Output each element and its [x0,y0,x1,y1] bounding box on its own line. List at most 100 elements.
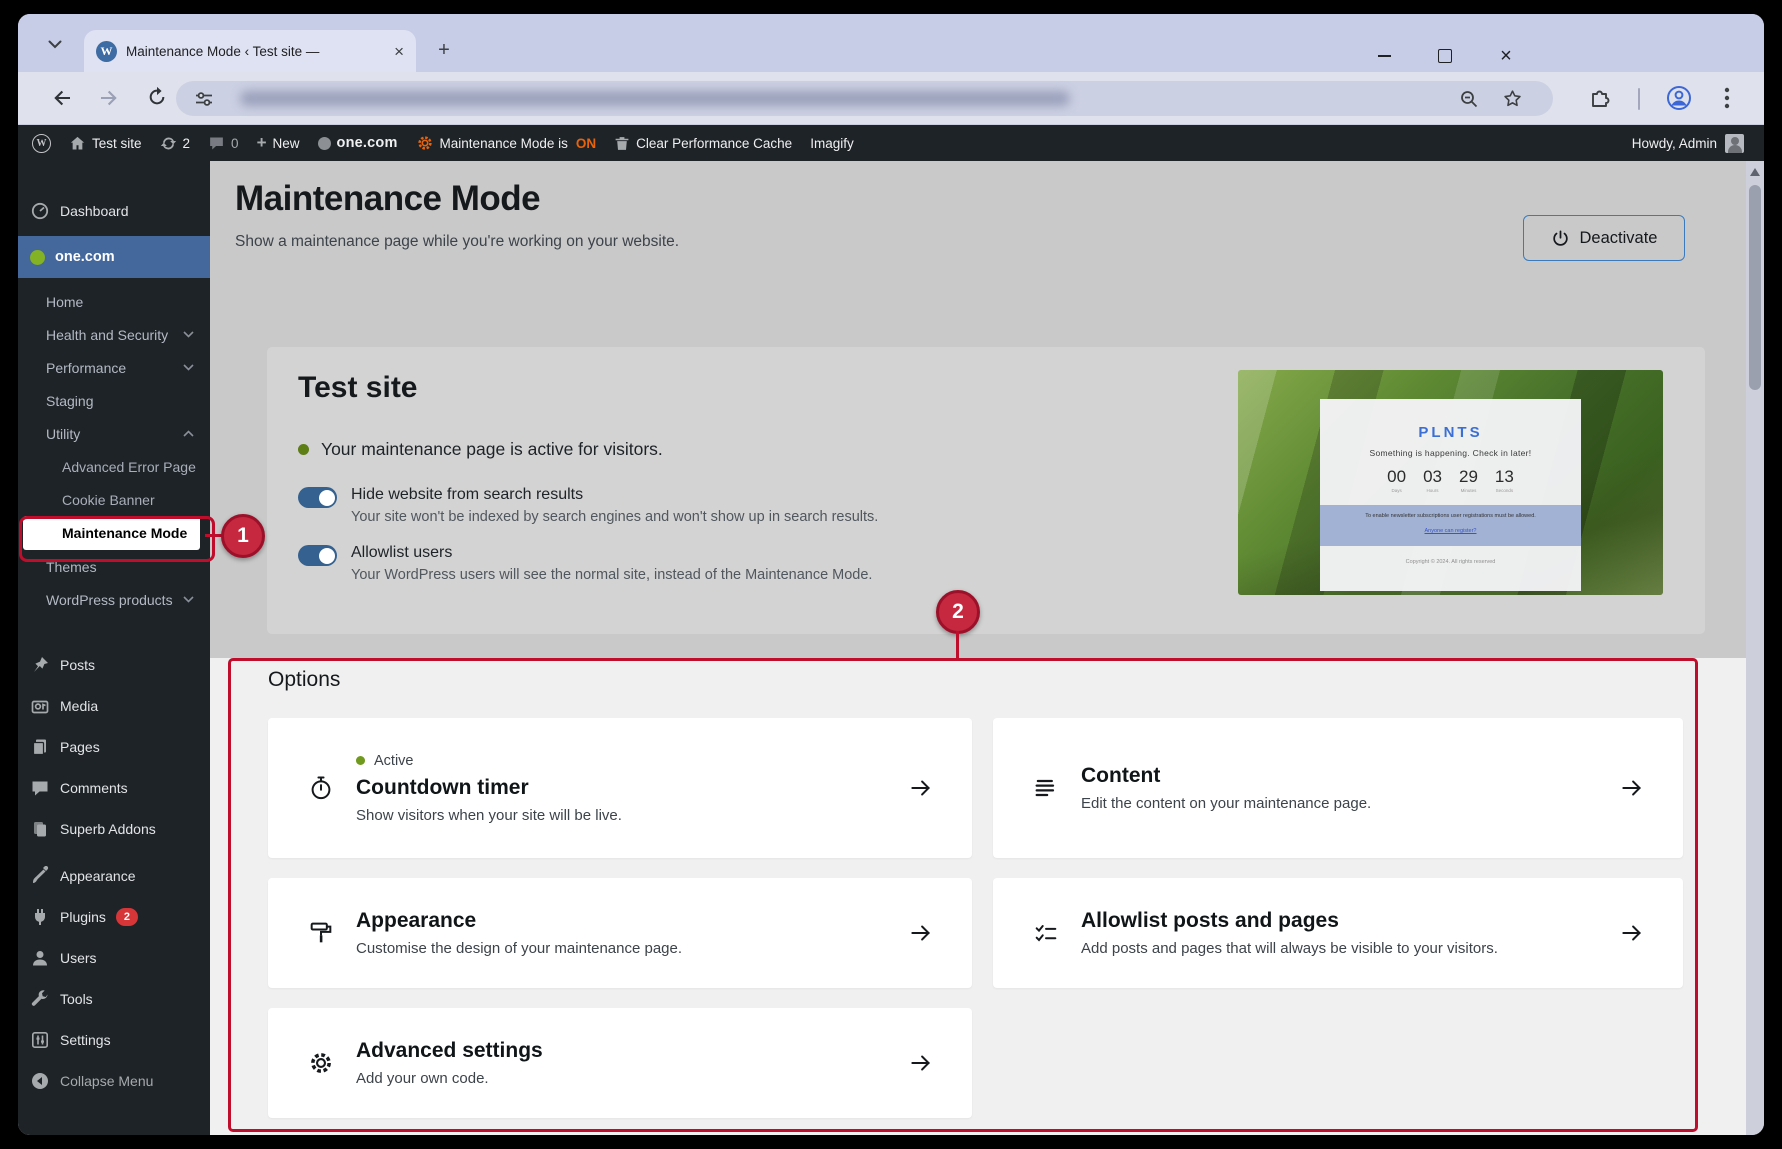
plugins-update-badge: 2 [116,908,138,926]
window-minimize-button[interactable] [1370,42,1398,70]
maintenance-active-status: Your maintenance page is active for visi… [298,439,663,460]
sidebar-item-appearance[interactable]: Appearance [18,859,210,893]
plug-icon [30,907,50,927]
sidebar-item-tools[interactable]: Tools [18,982,210,1016]
sidebar-item-label: Users [60,950,97,966]
chevron-down-icon [183,364,194,371]
maintenance-page-preview: PLNTS Something is happening. Check in l… [1238,370,1663,595]
browser-tab[interactable]: W Maintenance Mode ‹ Test site — × [84,30,416,72]
sidebar-item-cookie-banner[interactable]: Cookie Banner [18,483,210,516]
user-avatar [1725,134,1744,153]
home-icon [69,135,86,152]
sidebar-item-advanced-error-page[interactable]: Advanced Error Page [18,450,210,483]
scrollbar-thumb[interactable] [1749,185,1761,390]
toggle-description: Your site won't be indexed by search eng… [351,509,878,525]
maintenance-status-label: Maintenance Mode is [440,136,568,151]
sidebar-item-home[interactable]: Home [18,285,210,318]
reload-icon[interactable] [146,86,168,108]
page-scrollbar[interactable] [1746,161,1764,1135]
site-card-title: Test site [298,371,418,405]
sidebar-item-label: Health and Security [46,327,168,343]
admin-bar-updates[interactable]: 2 [160,135,191,152]
sidebar-item-label: Appearance [60,868,136,884]
preview-copyright: Copyright © 2024. All rights reserved [1406,559,1496,565]
sidebar-item-label: Advanced Error Page [62,459,196,475]
pin-icon [30,655,50,675]
sidebar-item-comments[interactable]: Comments [18,771,210,805]
wrench-icon [30,989,50,1009]
address-bar[interactable] [176,81,1553,116]
maintenance-status-value: ON [576,136,596,151]
sidebar-item-media[interactable]: Media [18,689,210,723]
admin-bar-account[interactable]: Howdy, Admin [1632,134,1744,153]
user-icon [30,948,50,968]
wordpress-logo-icon: W [32,134,51,153]
maximize-icon [1438,49,1452,63]
sidebar-item-health-and-security[interactable]: Health and Security [18,318,210,351]
tab-strip: W Maintenance Mode ‹ Test site — × + × [18,14,1764,72]
sidebar-item-pages[interactable]: Pages [18,730,210,764]
chevron-down-icon [183,596,194,603]
profile-avatar-icon[interactable] [1666,85,1692,111]
sidebar-item-posts[interactable]: Posts [18,648,210,682]
sidebar-item-collapse-menu[interactable]: Collapse Menu [18,1064,210,1098]
admin-bar-new[interactable]: + New [257,133,300,153]
countdown-unit: Seconds [1495,488,1514,493]
addon-box-icon [30,819,50,839]
zoom-out-icon[interactable] [1459,89,1479,109]
sidebar-item-plugins[interactable]: Plugins 2 [18,900,210,934]
admin-bar-clear-cache[interactable]: Clear Performance Cache [614,135,792,152]
deactivate-button[interactable]: Deactivate [1523,215,1685,261]
sidebar-item-wordpress-products[interactable]: WordPress products [18,583,210,616]
extensions-puzzle-icon[interactable] [1588,85,1612,109]
sidebar-item-label: Tools [60,991,93,1007]
sidebar-item-onecom[interactable]: one.com [18,236,210,278]
pages-icon [30,737,50,757]
dashboard-icon [30,201,50,221]
toggle-row-allowlist-users: Allowlist users Your WordPress users wil… [298,544,872,583]
toggle-description: Your WordPress users will see the normal… [351,567,872,583]
admin-bar-comments[interactable]: 0 [208,135,239,152]
countdown-value: 13 [1495,467,1514,487]
sidebar-item-dashboard[interactable]: Dashboard [18,194,210,228]
allowlist-users-toggle[interactable] [298,545,337,566]
tab-search-button[interactable] [40,29,70,59]
chevron-up-icon [183,430,194,437]
admin-bar-onecom[interactable]: one.com [318,135,398,151]
sidebar-item-label: Performance [46,360,126,376]
bookmark-star-icon[interactable] [1502,88,1523,109]
site-settings-icon[interactable] [194,89,214,109]
preview-notice: To enable newsletter subscriptions user … [1320,513,1581,519]
back-icon[interactable] [50,86,74,110]
forward-icon[interactable] [97,86,121,110]
sidebar-item-label: Cookie Banner [62,492,155,508]
tab-close-icon[interactable]: × [394,43,404,60]
window-maximize-button[interactable] [1431,42,1459,70]
sidebar-item-label: Dashboard [60,203,129,219]
screenshot-root: W Maintenance Mode ‹ Test site — × + × [0,0,1782,1149]
admin-bar-imagify[interactable]: Imagify [810,136,854,151]
sidebar-item-superb-addons[interactable]: Superb Addons [18,812,210,846]
annotation-step-1: 1 [221,514,265,558]
sidebar-item-users[interactable]: Users [18,941,210,975]
sidebar-item-utility[interactable]: Utility [18,417,210,450]
countdown-value: 29 [1459,467,1478,487]
scrollbar-up-arrow[interactable] [1750,168,1760,176]
admin-bar-site-name[interactable]: Test site [69,135,142,152]
admin-bar-maintenance-status[interactable]: Maintenance Mode is ON [416,134,597,152]
url-redacted-blur [240,91,1070,106]
sidebar-item-label: Settings [60,1032,111,1048]
window-close-button[interactable]: × [1492,42,1520,70]
sidebar-item-settings[interactable]: Settings [18,1023,210,1057]
sidebar-item-label: Posts [60,657,95,673]
sidebar-item-label: Plugins [60,909,106,925]
menu-dots-icon[interactable] [1724,87,1730,109]
new-tab-button[interactable]: + [430,36,458,64]
sidebar-item-performance[interactable]: Performance [18,351,210,384]
wp-logo-menu[interactable]: W [32,134,51,153]
annotation-box-maintenance-mode [19,516,215,562]
sidebar-item-staging[interactable]: Staging [18,384,210,417]
hide-from-search-toggle[interactable] [298,487,337,508]
countdown-value: 00 [1387,467,1406,487]
onecom-logo-icon [318,137,331,150]
